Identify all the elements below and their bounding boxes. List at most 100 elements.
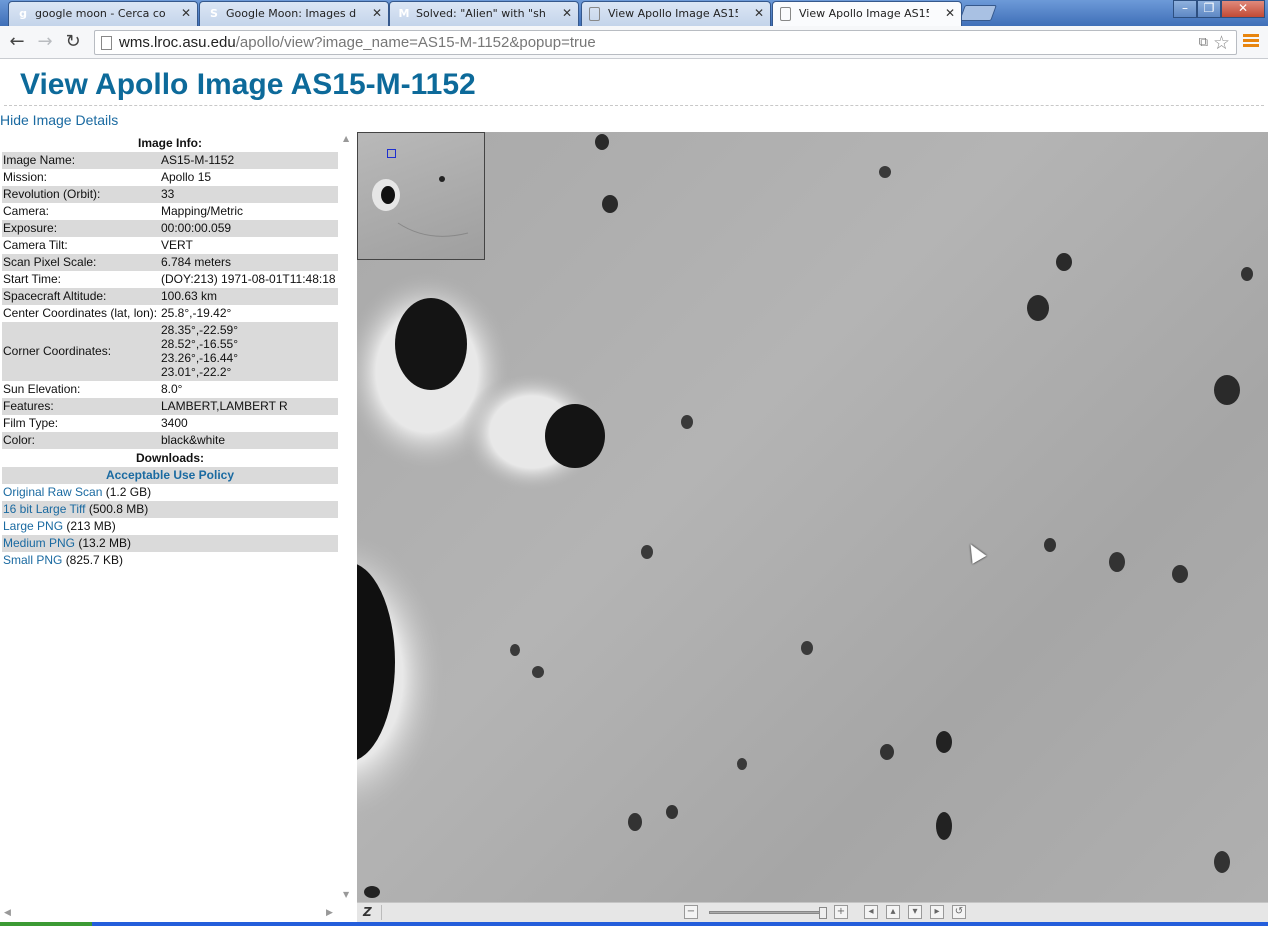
download-link[interactable]: 16 bit Large Tiff (3, 502, 86, 516)
downloads-header: Downloads: (136, 451, 204, 465)
download-size: (500.8 MB) (88, 502, 149, 516)
download-size: (213 MB) (66, 519, 116, 533)
bookmark-star-icon[interactable]: ☆ (1213, 32, 1230, 54)
info-key: Camera Tilt: (3, 238, 68, 252)
scroll-down-icon[interactable]: ▼ (343, 890, 349, 899)
close-tab-icon[interactable]: ✕ (754, 6, 764, 20)
overview-viewport-box[interactable] (387, 149, 396, 158)
minimize-button[interactable]: – (1173, 0, 1197, 18)
info-row: Camera: Mapping/Metric (2, 203, 338, 220)
info-key: Color: (2, 432, 160, 449)
browser-toolbar: ← → ↻ wms.lroc.asu.edu/apollo/view?image… (0, 26, 1268, 59)
image-details-panel: Image Info: Image Name: AS15-M-1152 Missio… (0, 132, 340, 917)
info-key: Scan Pixel Scale: (2, 254, 160, 271)
scroll-right-icon[interactable]: ▶ (326, 908, 333, 918)
download-link[interactable]: Medium PNG (3, 536, 75, 550)
browser-tab[interactable]: g google moon - Cerca con Go ✕ (8, 1, 198, 26)
browser-tab[interactable]: M Solved: "Alien" with "shadow ✕ (389, 1, 579, 26)
info-row: Scan Pixel Scale: 6.784 meters (2, 254, 338, 271)
info-value: LAMBERT,LAMBERT R (160, 398, 338, 415)
download-link[interactable]: Large PNG (3, 519, 63, 533)
google-icon: g (19, 7, 27, 20)
menu-icon[interactable] (1243, 34, 1259, 48)
os-taskbar (0, 922, 1268, 926)
scroll-up-icon[interactable]: ▲ (343, 134, 349, 143)
info-key: Sun Elevation: (3, 382, 81, 396)
reload-icon[interactable]: ↻ (62, 32, 84, 54)
details-vertical-scrollbar[interactable]: ▲ ▼ (340, 132, 356, 902)
bar-divider (381, 905, 382, 920)
zoom-slider[interactable] (709, 911, 827, 914)
tab-title: View Apollo Image AS15-M-1 (799, 7, 929, 20)
info-row: Corner Coordinates: 28.35°,-22.59° 28.52°… (2, 322, 338, 381)
lunar-surface-image (357, 134, 1253, 898)
info-row: Color: black&white (2, 432, 338, 449)
info-value: 28.35°,-22.59° 28.52°,-16.55° 23.26°,-16… (160, 322, 338, 381)
download-row: Large PNG (213 MB) (2, 518, 338, 535)
download-link[interactable]: Original Raw Scan (3, 485, 102, 499)
info-value: VERT (161, 238, 193, 252)
browser-tab[interactable]: View Apollo Image AS15-M-1 ✕ (581, 1, 771, 26)
tab-strip: g google moon - Cerca con Go ✕ S Google Moon… (0, 0, 1268, 26)
page-icon (780, 7, 791, 21)
page-icon (101, 36, 112, 50)
browser-tab[interactable]: S Google Moon: Images don't s ✕ (199, 1, 389, 26)
download-link[interactable]: Small PNG (3, 553, 62, 567)
overview-thumbnail (372, 176, 469, 237)
download-item: Medium PNG (13.2 MB) (2, 535, 338, 552)
info-value: Mapping/Metric (161, 204, 244, 218)
info-row: Center Coordinates (lat, lon): 25.8°,-19.… (2, 305, 338, 322)
pan-down-icon[interactable]: ▾ (908, 905, 922, 919)
tab-title: Google Moon: Images don't s (226, 7, 356, 20)
hide-details-link[interactable]: Hide Image Details (0, 112, 118, 128)
start-button[interactable] (0, 922, 92, 926)
close-tab-icon[interactable]: ✕ (372, 6, 382, 20)
download-row: Medium PNG (13.2 MB) (2, 535, 338, 552)
details-horizontal-scrollbar[interactable]: ◀ ▶ (0, 908, 340, 922)
info-row: Start Time: (DOY:213) 1971-08-01T11:48:18 (2, 271, 338, 288)
info-row: Sun Elevation: 8.0° (2, 381, 338, 398)
close-tab-icon[interactable]: ✕ (945, 6, 955, 20)
close-tab-icon[interactable]: ✕ (562, 6, 572, 20)
reset-icon[interactable]: ↺ (952, 905, 966, 919)
pan-left-icon[interactable]: ◂ (864, 905, 878, 919)
image-info-header: Image Info: (137, 136, 202, 150)
info-row: Exposure: 00:00:00.059 (2, 220, 338, 237)
info-row: Spacecraft Altitude: 100.63 km (2, 288, 338, 305)
info-value: 00:00:00.059 (160, 220, 338, 237)
close-window-button[interactable]: ✕ (1221, 0, 1265, 18)
lunar-image-viewer[interactable] (357, 132, 1268, 902)
info-key: Center Coordinates (lat, lon): (3, 306, 158, 320)
zoom-slider-thumb[interactable] (819, 907, 827, 919)
tab-title: Solved: "Alien" with "shadow (416, 7, 546, 20)
info-row: Mission: Apollo 15 (2, 169, 338, 186)
acceptable-use-policy-link[interactable]: Acceptable Use Policy (2, 467, 338, 484)
zoomify-logo[interactable]: Z (363, 905, 372, 919)
scroll-left-icon[interactable]: ◀ (4, 908, 11, 918)
browser-tab[interactable]: View Apollo Image AS15-M-1 ✕ (772, 1, 962, 26)
tab-title: google moon - Cerca con Go (35, 7, 165, 20)
page-content: View Apollo Image AS15-M-1152 Hide Image… (0, 60, 1268, 922)
download-size: (825.7 KB) (65, 553, 124, 567)
close-tab-icon[interactable]: ✕ (181, 6, 191, 20)
download-row: 16 bit Large Tiff (500.8 MB) (2, 501, 338, 518)
download-size: (1.2 GB) (105, 485, 152, 499)
new-tab-button[interactable] (959, 5, 997, 21)
info-key: Mission: (3, 170, 48, 184)
translate-icon[interactable]: ⧉ (1199, 35, 1208, 50)
pan-right-icon[interactable]: ▸ (930, 905, 944, 919)
forward-icon[interactable]: → (34, 32, 56, 54)
info-value: black&white (160, 432, 338, 449)
zoom-in-icon[interactable]: + (834, 905, 848, 919)
back-icon[interactable]: ← (6, 32, 28, 54)
download-row: Small PNG (825.7 KB) (2, 552, 338, 569)
pan-up-icon[interactable]: ▴ (886, 905, 900, 919)
info-row: Image Name: AS15-M-1152 (2, 152, 338, 169)
zoom-out-icon[interactable]: − (684, 905, 698, 919)
info-value: Apollo 15 (161, 170, 212, 184)
address-bar[interactable]: wms.lroc.asu.edu/apollo/view?image_name=… (94, 30, 1237, 55)
overview-map[interactable] (357, 132, 485, 260)
restore-button[interactable]: ❐ (1197, 0, 1221, 18)
info-value: (DOY:213) 1971-08-01T11:48:18 (161, 272, 336, 286)
info-row: Revolution (Orbit): 33 (2, 186, 338, 203)
